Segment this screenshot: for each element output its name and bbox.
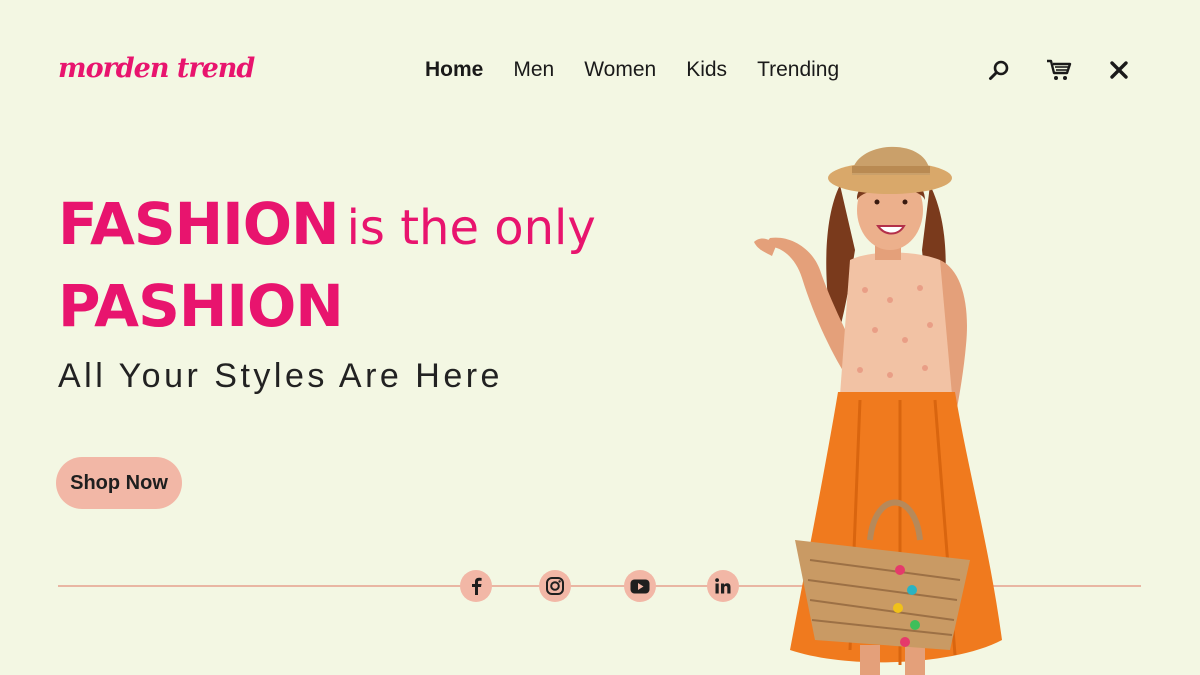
nav-men[interactable]: Men [513,58,554,82]
facebook-icon[interactable] [460,570,492,602]
main-nav: Home Men Women Kids Trending [425,58,839,82]
linkedin-icon[interactable] [707,570,739,602]
nav-trending[interactable]: Trending [757,58,839,82]
landing-page: morden trend Home Men Women Kids Trendin… [0,0,1200,675]
nav-home[interactable]: Home [425,58,483,82]
nav-women[interactable]: Women [584,58,656,82]
hero-headline-line-1: FASHION is the only [58,190,596,258]
top [840,252,952,395]
close-icon[interactable] [1105,56,1133,84]
hero-subtitle: All Your Styles Are Here [58,357,503,395]
shop-now-button[interactable]: Shop Now [56,457,182,509]
header-actions [985,56,1133,84]
instagram-icon[interactable] [539,570,571,602]
search-icon[interactable] [985,56,1013,84]
nav-kids[interactable]: Kids [686,58,727,82]
headline-fashion: FASHION [58,190,340,258]
headline-pashion: PASHION [58,272,344,340]
model-image [754,146,1002,675]
headline-connector: is the only [346,200,596,256]
cart-icon[interactable] [1045,56,1073,84]
youtube-icon[interactable] [624,570,656,602]
brand-logo[interactable]: morden trend [58,53,255,84]
